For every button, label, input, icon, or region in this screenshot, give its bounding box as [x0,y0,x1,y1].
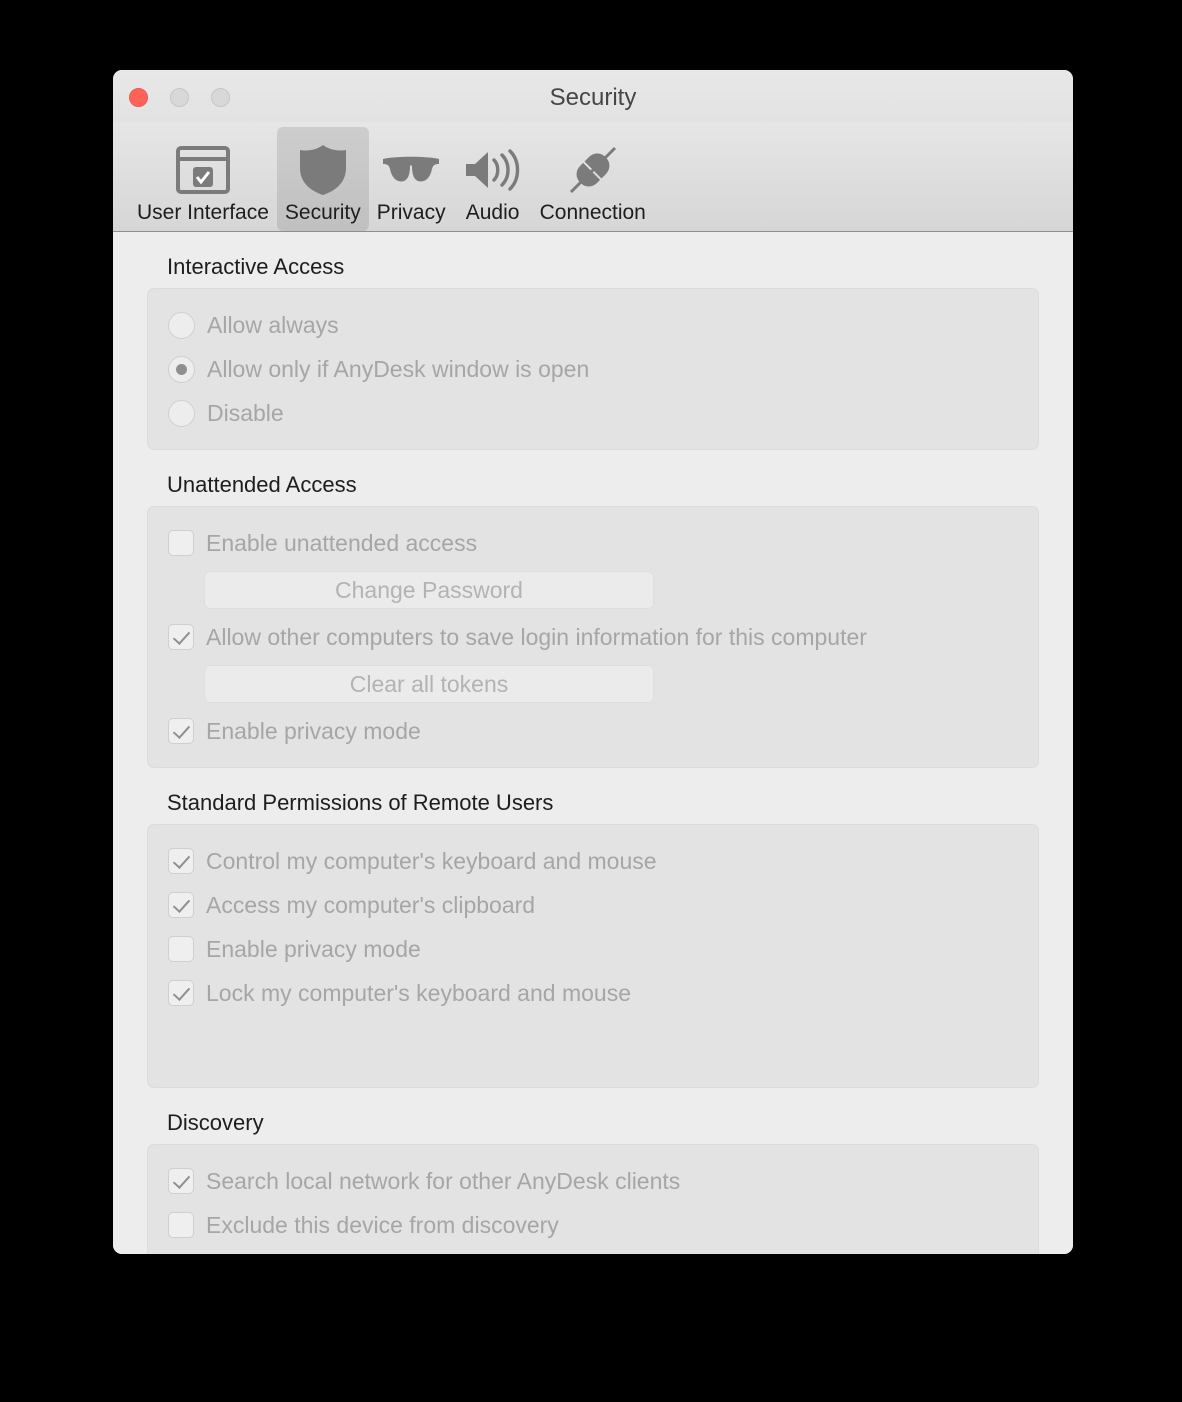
tab-audio[interactable]: Audio [454,127,532,231]
radio-allow-always[interactable] [168,311,195,339]
discovery-group: Search local network for other AnyDesk c… [147,1144,1039,1254]
tab-label: User Interface [137,201,269,224]
checkbox-row-search-local-network[interactable]: Search local network for other AnyDesk c… [168,1159,1018,1203]
checkbox-label: Enable unattended access [206,529,478,556]
checkbox-row-unattended-privacy-mode[interactable]: Enable privacy mode [168,709,1018,753]
window-titlebar: Security [113,70,1073,122]
checkbox-row-allow-save-login[interactable]: Allow other computers to save login info… [168,615,1018,659]
section-title-discovery: Discovery [167,1110,264,1135]
checkbox-label: Search local network for other AnyDesk c… [206,1167,681,1194]
section-title-unattended-access: Unattended Access [167,472,357,497]
checkbox-label: Exclude this device from discovery [206,1211,559,1238]
window-checkbox-icon [175,141,231,199]
tab-label: Audio [465,201,520,224]
settings-window: Security User Interface Security Privacy… [113,70,1073,1254]
unattended-access-group: Enable unattended access Change Password… [147,506,1039,768]
radio-label: Disable [207,399,284,426]
checkbox-row-control-keyboard-mouse[interactable]: Control my computer's keyboard and mouse [168,839,1018,883]
tab-label: Connection [539,201,646,224]
checkbox-row-lock-keyboard-mouse[interactable]: Lock my computer's keyboard and mouse [168,971,1018,1015]
checkbox-row-permissions-privacy-mode[interactable]: Enable privacy mode [168,927,1018,971]
tab-privacy[interactable]: Privacy [369,127,454,231]
checkbox-label: Control my computer's keyboard and mouse [206,847,657,874]
shield-icon [295,141,351,199]
tab-security[interactable]: Security [276,127,369,231]
tab-label: Security [284,201,361,224]
radio-row-allow-only-if-window-open[interactable]: Allow only if AnyDesk window is open [168,347,1018,391]
settings-content: Interactive Access Allow always Allow on… [113,232,1073,1254]
change-password-button[interactable]: Change Password [204,571,654,609]
radio-label: Allow always [207,311,339,338]
checkbox-row-enable-unattended-access[interactable]: Enable unattended access [168,521,1018,565]
checkbox-permissions-privacy-mode[interactable] [168,936,194,962]
window-title: Security [549,84,637,111]
radio-label: Allow only if AnyDesk window is open [207,355,590,382]
checkbox-lock-keyboard-mouse[interactable] [168,980,194,1006]
interactive-access-group: Allow always Allow only if AnyDesk windo… [147,288,1039,450]
sunglasses-icon [380,141,442,199]
checkbox-label: Enable privacy mode [206,717,421,744]
checkbox-exclude-from-discovery[interactable] [168,1212,194,1238]
tab-user-interface[interactable]: User Interface [129,127,277,231]
radio-allow-only-if-window-open[interactable] [168,355,195,383]
section-title-interactive-access: Interactive Access [167,254,345,279]
checkbox-enable-unattended-access[interactable] [168,530,194,556]
section-title-standard-permissions: Standard Permissions of Remote Users [167,790,554,815]
checkbox-unattended-privacy-mode[interactable] [168,718,194,744]
clear-all-tokens-button[interactable]: Clear all tokens [204,665,654,703]
checkbox-search-local-network[interactable] [168,1168,194,1194]
radio-row-disable[interactable]: Disable [168,391,1018,435]
checkbox-label: Enable privacy mode [206,935,421,962]
checkbox-access-clipboard[interactable] [168,892,194,918]
tab-label: Privacy [376,201,446,224]
checkbox-row-access-clipboard[interactable]: Access my computer's clipboard [168,883,1018,927]
checkbox-row-exclude-from-discovery[interactable]: Exclude this device from discovery [168,1203,1018,1247]
checkbox-allow-save-login[interactable] [168,624,194,650]
settings-toolbar: User Interface Security Privacy Audio Co… [113,122,1073,232]
tab-connection[interactable]: Connection [532,127,654,231]
plug-disconnected-icon [565,141,621,199]
checkbox-control-keyboard-mouse[interactable] [168,848,194,874]
checkbox-label: Access my computer's clipboard [206,891,536,918]
speaker-icon [462,141,524,199]
radio-disable[interactable] [168,399,195,427]
checkbox-label: Lock my computer's keyboard and mouse [206,979,631,1006]
standard-permissions-group: Control my computer's keyboard and mouse… [147,824,1039,1088]
checkbox-label: Allow other computers to save login info… [206,623,867,650]
radio-row-allow-always[interactable]: Allow always [168,303,1018,347]
